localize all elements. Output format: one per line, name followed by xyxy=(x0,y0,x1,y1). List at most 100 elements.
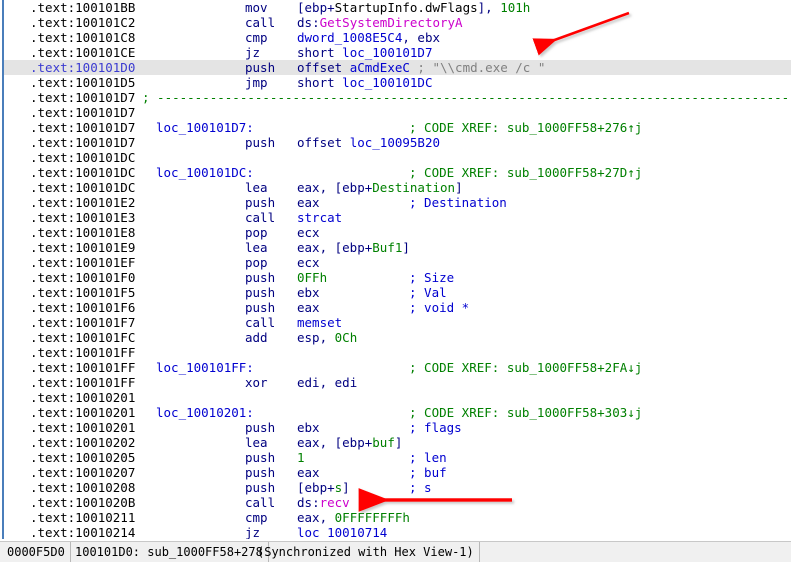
instruction-mnemonic: mov xyxy=(245,0,268,15)
instruction-mnemonic: lea xyxy=(245,435,268,450)
disassembly-row[interactable]: .text:100101BB mov [ebp+StartupInfo.dwFlag… xyxy=(4,0,791,15)
disassembly-row[interactable]: .text:100101DC loc_100101DC: ; CODE XREF: … xyxy=(4,165,791,180)
row-address: .text:10010201 xyxy=(30,420,136,435)
status-file-offset: 0000F5D0 xyxy=(2,542,71,562)
disassembly-row[interactable]: .text:10010208 push [ebp+s] ; s xyxy=(4,480,791,495)
disassembly-row[interactable]: .text:100101D7 ; ------------------------… xyxy=(4,90,791,105)
row-address: .text:100101FF xyxy=(30,360,136,375)
disassembly-row[interactable]: .text:100101EF pop ecx xyxy=(4,255,791,270)
disassembly-row[interactable]: .text:10010211 cmp eax, 0FFFFFFFFh xyxy=(4,510,791,525)
argument-comment: ; buf xyxy=(409,465,447,480)
instruction-operands[interactable]: ds:GetSystemDirectoryA xyxy=(297,15,463,30)
instruction-mnemonic: push xyxy=(245,135,276,150)
disassembly-row[interactable]: .text:10010202 lea eax, [ebp+buf] xyxy=(4,435,791,450)
instruction-operands[interactable]: esp, 0Ch xyxy=(297,330,357,345)
disassembly-row[interactable]: .text:100101FF xyxy=(4,345,791,360)
instruction-operands[interactable]: edi, edi xyxy=(297,375,357,390)
instruction-operands[interactable]: dword_1008E5C4, ebx xyxy=(297,30,440,45)
disassembly-row[interactable]: .text:100101C2 call ds:GetSystemDirectoryA xyxy=(4,15,791,30)
row-address: .text:100101DC xyxy=(30,150,136,165)
instruction-operands[interactable]: short loc_100101DC xyxy=(297,75,432,90)
disassembly-row[interactable]: .text:100101FF xor edi, edi xyxy=(4,375,791,390)
instruction-mnemonic: push xyxy=(245,480,276,495)
row-address: .text:100101DC xyxy=(30,180,136,195)
code-label[interactable]: loc_100101D7: xyxy=(156,120,254,135)
disassembly-row[interactable]: .text:100101D7 loc_100101D7: ; CODE XREF: … xyxy=(4,120,791,135)
row-address: .text:10010214 xyxy=(30,525,136,539)
instruction-operands[interactable]: eax, [ebp+buf] xyxy=(297,435,402,450)
status-location: 100101D0: sub_1000FF58+278 xyxy=(70,542,269,562)
disassembly-row[interactable]: .text:100101D5 jmp short loc_100101DC xyxy=(4,75,791,90)
instruction-operands[interactable]: eax xyxy=(297,195,320,210)
instruction-mnemonic: push xyxy=(245,420,276,435)
disassembly-row[interactable]: .text:100101C8 cmp dword_1008E5C4, ebx xyxy=(4,30,791,45)
code-label[interactable]: loc_10010201: xyxy=(156,405,254,420)
instruction-operands[interactable]: eax, [ebp+Destination] xyxy=(297,180,463,195)
instruction-operands[interactable]: short loc_100101D7 xyxy=(297,45,432,60)
row-address: .text:100101BB xyxy=(30,0,136,15)
row-address: .text:100101DC xyxy=(30,165,136,180)
disassembly-row[interactable]: .text:100101E8 pop ecx xyxy=(4,225,791,240)
xref-comment: ; CODE XREF: sub_1000FF58+276↑j xyxy=(409,120,643,135)
row-address: .text:100101C2 xyxy=(30,15,136,30)
xref-comment: ; CODE XREF: sub_1000FF58+303↓j xyxy=(409,405,643,420)
row-address: .text:100101C8 xyxy=(30,30,136,45)
code-label[interactable]: loc_100101DC: xyxy=(156,165,254,180)
instruction-operands[interactable]: eax xyxy=(297,300,320,315)
xref-comment: ; CODE XREF: sub_1000FF58+2FA↓j xyxy=(409,360,643,375)
disassembly-row[interactable]: .text:10010207 push eax ; buf xyxy=(4,465,791,480)
disassembly-row[interactable]: .text:100101F7 call memset xyxy=(4,315,791,330)
row-address: .text:100101E3 xyxy=(30,210,136,225)
instruction-operands[interactable]: [ebp+StartupInfo.dwFlags], 101h xyxy=(297,0,530,15)
disassembly-row[interactable]: .text:100101D7 xyxy=(4,105,791,120)
disassembly-row[interactable]: .text:10010214 jz loc_10010714 xyxy=(4,525,791,539)
disassembly-row[interactable]: .text:100101D0 push offset aCmdExeC ; "\\c… xyxy=(4,60,791,75)
instruction-mnemonic: jz xyxy=(245,525,261,539)
instruction-operands[interactable]: [ebp+s] xyxy=(297,480,350,495)
instruction-operands[interactable]: 1 xyxy=(297,450,305,465)
disassembly-row[interactable]: .text:100101E9 lea eax, [ebp+Buf1] xyxy=(4,240,791,255)
argument-comment: ; flags xyxy=(409,420,462,435)
disassembly-row[interactable]: .text:10010201 xyxy=(4,390,791,405)
disassembly-row[interactable]: .text:100101FC add esp, 0Ch xyxy=(4,330,791,345)
instruction-operands[interactable]: eax, [ebp+Buf1] xyxy=(297,240,410,255)
disassembly-row[interactable]: .text:100101FF loc_100101FF: ; CODE XREF: … xyxy=(4,360,791,375)
instruction-operands[interactable]: ds:recv xyxy=(297,495,350,510)
instruction-operands[interactable]: 0FFh xyxy=(297,270,327,285)
instruction-operands[interactable]: strcat xyxy=(297,210,342,225)
disassembly-row[interactable]: .text:100101E2 push eax ; Destination xyxy=(4,195,791,210)
instruction-mnemonic: pop xyxy=(245,255,268,270)
instruction-operands[interactable]: loc_10010714 xyxy=(297,525,387,539)
instruction-operands[interactable]: memset xyxy=(297,315,342,330)
disassembly-row[interactable]: .text:10010201 loc_10010201: ; CODE XREF: … xyxy=(4,405,791,420)
instruction-operands[interactable]: offset loc_10095B20 xyxy=(297,135,440,150)
instruction-operands[interactable]: offset aCmdExeC ; "\\cmd.exe /c " xyxy=(297,60,545,75)
instruction-operands[interactable]: ebx xyxy=(297,285,320,300)
disassembly-row[interactable]: .text:100101E3 call strcat xyxy=(4,210,791,225)
disassembly-row[interactable]: .text:100101F6 push eax ; void * xyxy=(4,300,791,315)
disassembly-row[interactable]: .text:100101CE jz short loc_100101D7 xyxy=(4,45,791,60)
disassembly-listing[interactable]: .text:100101BB mov [ebp+StartupInfo.dwFlag… xyxy=(4,0,791,539)
disassembly-row[interactable]: .text:100101DC lea eax, [ebp+Destination] xyxy=(4,180,791,195)
disassembly-row[interactable]: .text:100101F5 push ebx ; Val xyxy=(4,285,791,300)
instruction-mnemonic: push xyxy=(245,465,276,480)
disassembly-row[interactable]: .text:1001020B call ds:recv xyxy=(4,495,791,510)
instruction-operands[interactable]: ecx xyxy=(297,225,320,240)
row-address: .text:10010202 xyxy=(30,435,136,450)
instruction-operands[interactable]: ebx xyxy=(297,420,320,435)
disassembly-row[interactable]: .text:10010201 push ebx ; flags xyxy=(4,420,791,435)
disassembly-row[interactable]: .text:100101F0 push 0FFh ; Size xyxy=(4,270,791,285)
instruction-mnemonic: pop xyxy=(245,225,268,240)
instruction-operands[interactable]: eax, 0FFFFFFFFh xyxy=(297,510,410,525)
row-address: .text:10010211 xyxy=(30,510,136,525)
disassembly-row[interactable]: .text:10010205 push 1 ; len xyxy=(4,450,791,465)
instruction-mnemonic: cmp xyxy=(245,30,268,45)
code-label[interactable]: loc_100101FF: xyxy=(156,360,254,375)
instruction-mnemonic: push xyxy=(245,270,276,285)
disassembly-row[interactable]: .text:100101DC xyxy=(4,150,791,165)
instruction-operands[interactable]: eax xyxy=(297,465,320,480)
row-address: .text:100101F6 xyxy=(30,300,136,315)
row-address: .text:100101E8 xyxy=(30,225,136,240)
instruction-operands[interactable]: ecx xyxy=(297,255,320,270)
disassembly-row[interactable]: .text:100101D7 push offset loc_10095B20 xyxy=(4,135,791,150)
